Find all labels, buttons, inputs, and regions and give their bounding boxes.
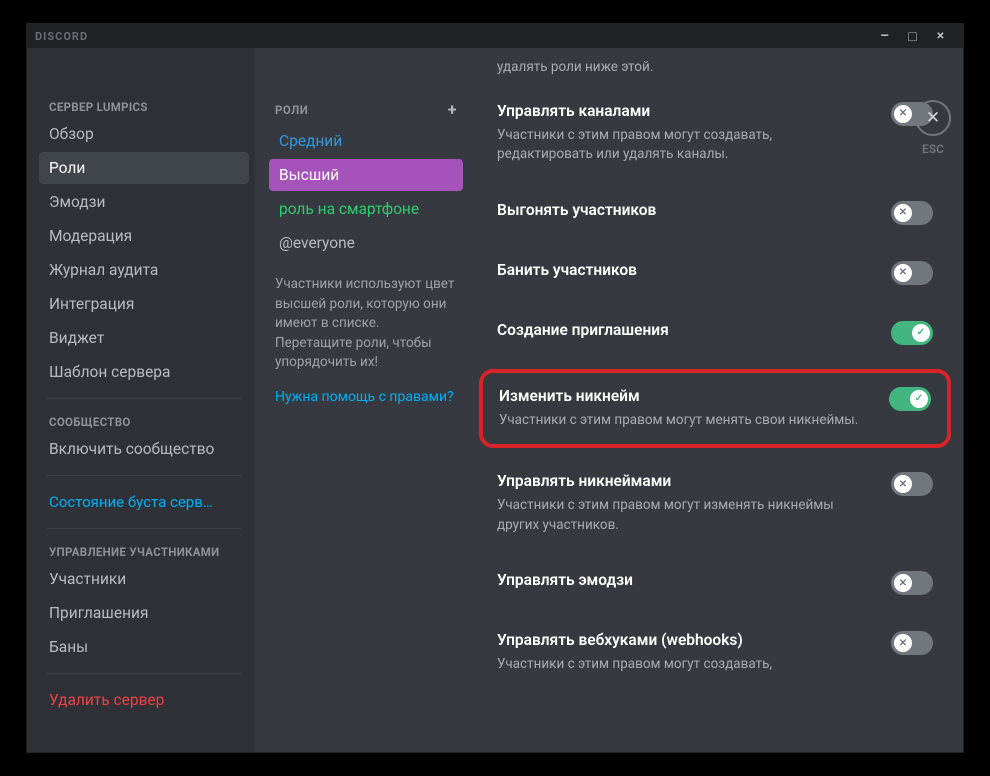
perm-manage-channels: Управлять каналами Участники с этим прав…: [497, 84, 933, 183]
role-item-everyone[interactable]: @everyone: [269, 227, 463, 259]
nav-audit-log[interactable]: Журнал аудита: [39, 254, 249, 286]
perm-manage-webhooks: Управлять вебхуками (webhooks) Участники…: [497, 613, 933, 675]
perm-change-nickname-highlighted: Изменить никнейм Участники с этим правом…: [479, 369, 951, 449]
permissions-column: удалять роли ниже этой. Управлять канала…: [473, 48, 963, 752]
perm-desc: Участники с этим правом могут изменять н…: [497, 496, 933, 535]
divider: [47, 475, 241, 476]
community-header: СООБЩЕСТВО: [39, 409, 249, 433]
perm-desc: Участники с этим правом могут менять сво…: [499, 411, 931, 431]
esc-label: ESC: [915, 142, 951, 156]
nav-bans[interactable]: Баны: [39, 631, 249, 663]
close-panel: ✕ ESC: [915, 100, 951, 156]
perm-title: Создание приглашения: [497, 321, 933, 339]
nav-invites[interactable]: Приглашения: [39, 597, 249, 629]
role-item-highest[interactable]: Высший: [269, 159, 463, 191]
nav-boost-status[interactable]: Состояние буста серв…: [39, 486, 249, 518]
perm-title: Выгонять участников: [497, 201, 933, 219]
toggle-ban-members[interactable]: [891, 261, 933, 285]
perm-title: Управлять никнеймами: [497, 472, 933, 490]
toggle-manage-emoji[interactable]: [891, 571, 933, 595]
perm-create-invite: Создание приглашения: [497, 303, 933, 363]
close-icon: ✕: [926, 108, 940, 128]
nav-delete-server[interactable]: Удалить сервер: [39, 684, 249, 716]
perm-desc: Участники с этим правом могут создавать,: [497, 655, 933, 675]
nav-template[interactable]: Шаблон сервера: [39, 356, 249, 388]
maximize-button[interactable]: □: [899, 25, 927, 47]
divider: [47, 398, 241, 399]
divider: [47, 673, 241, 674]
perm-kick-members: Выгонять участников: [497, 183, 933, 243]
roles-hint: Участники используют цвет высшей роли, к…: [269, 261, 463, 373]
toggle-kick-members[interactable]: [891, 201, 933, 225]
toggle-manage-nicknames[interactable]: [891, 472, 933, 496]
roles-header: РОЛИ +: [269, 94, 463, 125]
toggle-create-invite[interactable]: [891, 321, 933, 345]
nav-members[interactable]: Участники: [39, 563, 249, 595]
close-settings-button[interactable]: ✕: [915, 100, 951, 136]
role-item-smartphone[interactable]: роль на смартфоне: [269, 193, 463, 225]
titlebar: DISCORD – □ ×: [27, 24, 963, 48]
nav-moderation[interactable]: Модерация: [39, 220, 249, 252]
toggle-manage-webhooks[interactable]: [891, 631, 933, 655]
sidebar: СЕРВЕР LUMPICS Обзор Роли Эмодзи Модерац…: [27, 48, 255, 752]
perm-title: Управлять вебхуками (webhooks): [497, 631, 933, 649]
perm-title: Изменить никнейм: [499, 387, 931, 405]
role-item-medium[interactable]: Средний: [269, 125, 463, 157]
minimize-button[interactable]: –: [871, 25, 899, 47]
nav-integrations[interactable]: Интеграция: [39, 288, 249, 320]
perm-fragment: удалять роли ниже этой.: [497, 58, 933, 84]
perm-desc: Участники с этим правом могут создавать,…: [497, 126, 933, 165]
content: СЕРВЕР LUMPICS Обзор Роли Эмодзи Модерац…: [27, 48, 963, 752]
perm-ban-members: Банить участников: [497, 243, 933, 303]
roles-header-label: РОЛИ: [275, 103, 308, 117]
perm-manage-nicknames: Управлять никнеймами Участники с этим пр…: [497, 454, 933, 553]
nav-emoji[interactable]: Эмодзи: [39, 186, 249, 218]
roles-help-link[interactable]: Нужна помощь с правами?: [269, 373, 463, 405]
perm-manage-emoji: Управлять эмодзи: [497, 553, 933, 613]
nav-enable-community[interactable]: Включить сообщество: [39, 433, 249, 465]
nav-roles[interactable]: Роли: [39, 152, 249, 184]
divider: [47, 528, 241, 529]
perm-title: Управлять эмодзи: [497, 571, 933, 589]
management-header: УПРАВЛЕНИЕ УЧАСТНИКАМИ: [39, 539, 249, 563]
discord-window: DISCORD – □ × СЕРВЕР LUMPICS Обзор Роли …: [26, 23, 964, 753]
perm-title: Управлять каналами: [497, 102, 933, 120]
toggle-change-nickname[interactable]: [889, 387, 931, 411]
add-role-icon[interactable]: +: [448, 100, 457, 119]
server-header: СЕРВЕР LUMPICS: [39, 94, 249, 118]
perm-title: Банить участников: [497, 261, 933, 279]
roles-column: РОЛИ + Средний Высший роль на смартфоне …: [255, 48, 473, 752]
close-window-button[interactable]: ×: [927, 25, 955, 47]
app-name: DISCORD: [35, 30, 88, 43]
nav-widget[interactable]: Виджет: [39, 322, 249, 354]
nav-overview[interactable]: Обзор: [39, 118, 249, 150]
